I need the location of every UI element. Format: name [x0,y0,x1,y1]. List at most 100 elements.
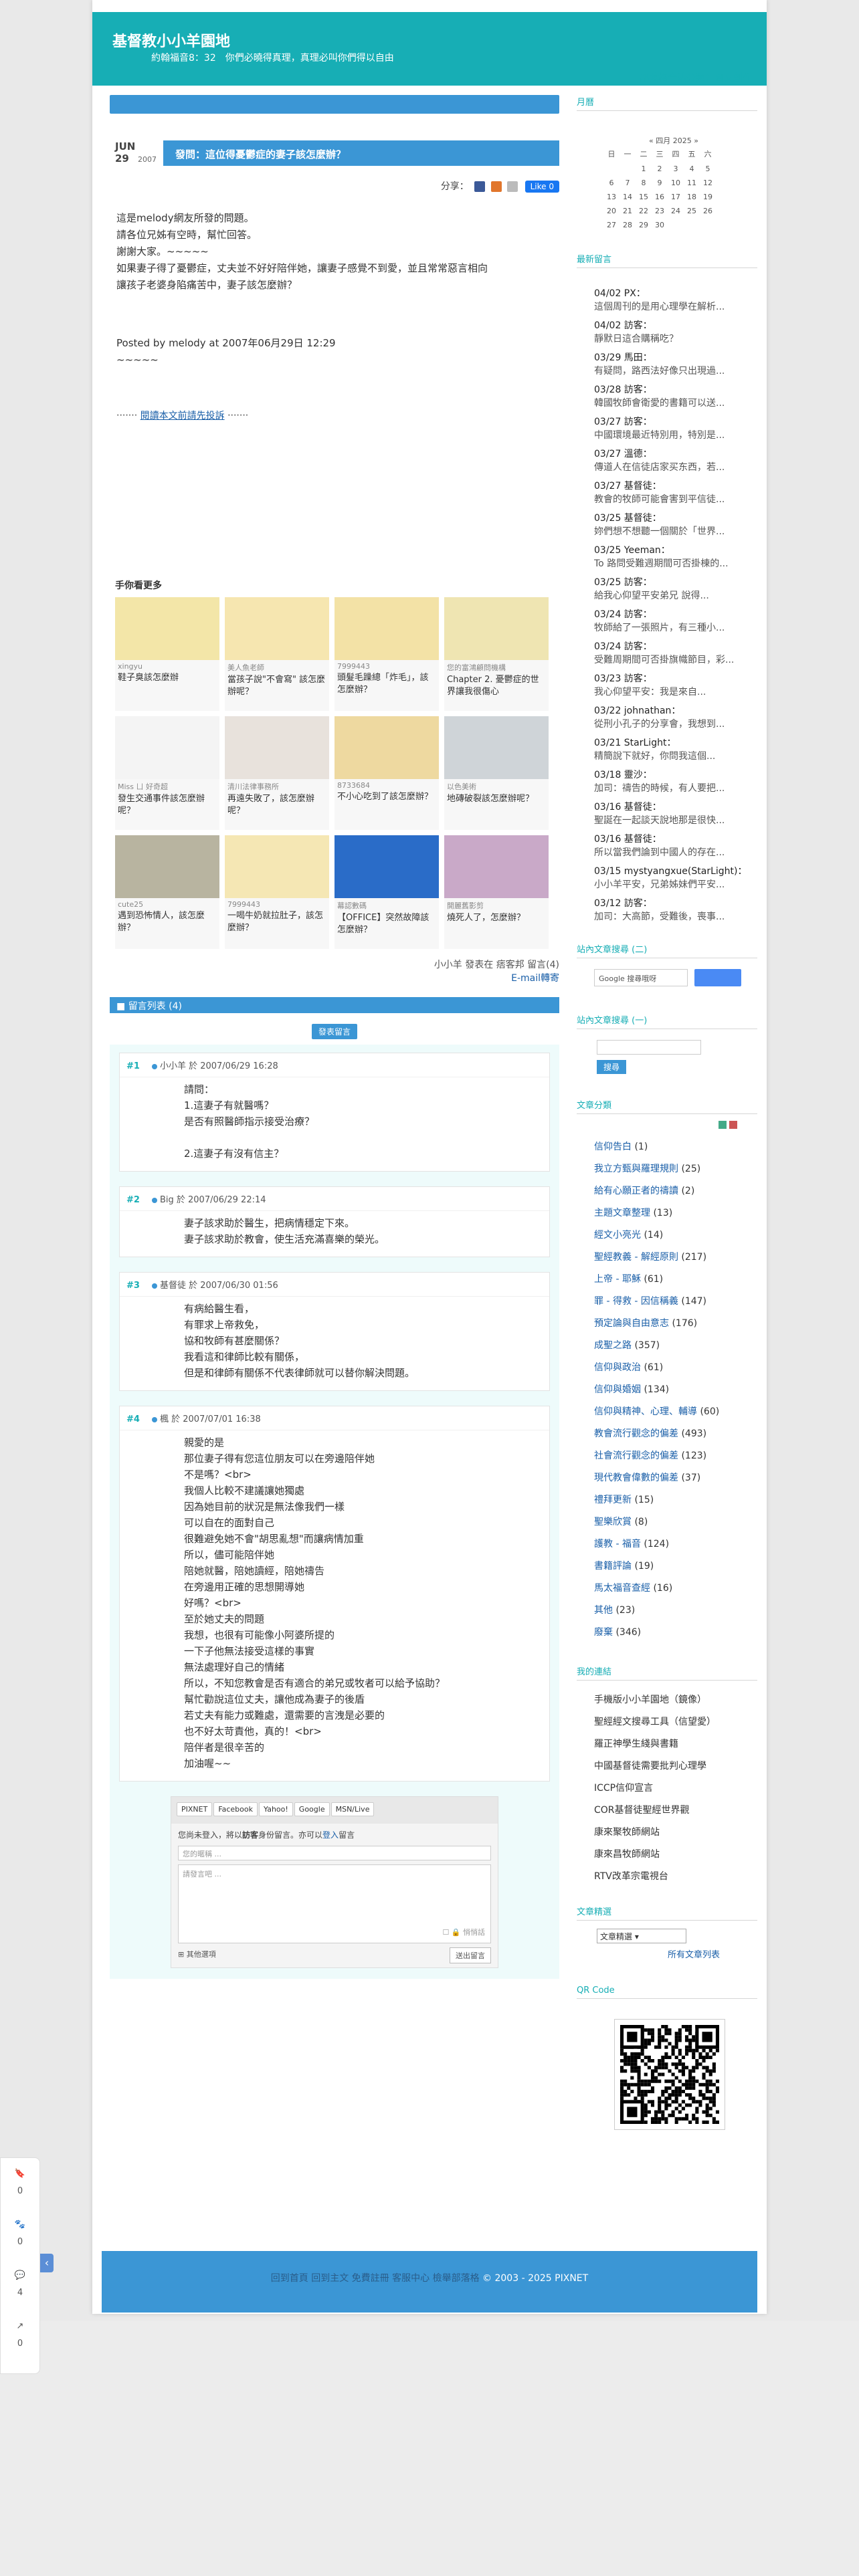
sidebar-link[interactable]: 康來昌牧師網站 [577,1847,757,1862]
login-link[interactable]: 登入 [322,1830,339,1840]
recent-comment[interactable]: 03/24 訪客： 受難周期間可否掛旗幟節目，彩... [577,640,757,667]
category-item[interactable]: 社會流行觀念的偏差 (123) [577,1448,757,1464]
plurk-share-icon[interactable] [490,181,502,192]
floatbar-toggle[interactable]: ‹ [40,2254,54,2272]
calendar-day[interactable]: 29 [636,221,652,229]
calendar-day[interactable]: 22 [636,207,652,215]
login-msnlive-button[interactable]: MSN/Live [330,1802,375,1816]
calendar-day[interactable]: 9 [652,179,668,187]
recent-comment[interactable]: 03/22 johnathan： 從刑小孔子的分享會，我想到... [577,704,757,731]
recent-comment-preview[interactable]: 牧師給了一張照片，有三種小... [594,621,745,635]
calendar-day[interactable]: 11 [684,179,700,187]
collapse-icon[interactable] [729,1121,737,1129]
recent-comment-preview[interactable]: To 路問受難週期間可否掛棟的... [594,557,745,570]
calendar-day[interactable]: 30 [652,221,668,229]
sidebar-link[interactable]: RTV改革宗電視台 [577,1869,757,1885]
calendar-day[interactable]: 1 [636,165,652,173]
calendar-day[interactable]: 4 [684,165,700,173]
login-pixnet-button[interactable]: PIXNET [177,1802,213,1816]
related-title-text[interactable]: 【OFFICE】突然故障該怎麼辦？ [335,911,439,938]
site-search-button[interactable]: 搜尋 [597,1060,627,1074]
recent-comment-preview[interactable]: 加司：大高節，受難後，喪事... [594,910,745,924]
calendar-day[interactable]: 26 [700,207,716,215]
recent-comment[interactable]: 03/27 基督徒： 教會的牧師可能會害到平信徒... [577,479,757,506]
login-facebook-button[interactable]: Facebook [213,1802,258,1816]
category-item[interactable]: 給有心願正者的禱讀 (2) [577,1184,757,1199]
recent-comment[interactable]: 03/28 訪客： 韓國牧師會衛愛的書籍可以送... [577,383,757,410]
recent-comment-preview[interactable]: 傳道人在信徒店家买东西，若... [594,461,745,474]
recent-comment[interactable]: 03/23 訪客： 我心仰望平安：我是來自... [577,672,757,699]
recent-comment-preview[interactable]: 我心仰望平安：我是來自... [594,685,745,699]
facebook-share-icon[interactable] [474,181,486,192]
related-card[interactable]: 幕認數碼 【OFFICE】突然故障該怎麼辦？ [335,835,439,949]
category-name[interactable]: 書籍評論 [594,1561,632,1572]
calendar-day[interactable]: 7 [619,179,636,187]
related-card[interactable]: xingyu 鞋子臭該怎麼辦 [115,597,219,711]
category-item[interactable]: 信仰與婚姻 (134) [577,1382,757,1398]
category-name[interactable]: 信仰告白 [594,1142,632,1152]
recent-comment[interactable]: 03/25 Yeeman： To 路問受難週期間可否掛棟的... [577,544,757,570]
category-item[interactable]: 成聖之路 (357) [577,1338,757,1354]
secret-checkbox[interactable]: ☐ 🔒 悄悄話 [442,1927,485,1937]
comment-textarea[interactable]: 請發言吧 ... ☐ 🔒 悄悄話 [178,1864,491,1943]
related-title-text[interactable]: 頭髮毛躁總「炸毛」，該怎麼辦？ [335,671,439,697]
sidebar-link[interactable]: COR基督徒聖經世界觀 [577,1803,757,1818]
comment-number[interactable]: #4 [126,1414,140,1424]
calendar-day[interactable]: 13 [603,193,619,201]
related-title-text[interactable]: 燒死人了，怎麼辦？ [444,911,549,938]
calendar-day[interactable]: 25 [684,207,700,215]
related-title-text[interactable]: 當孩子說"不會寫" 該怎麼辦呢？ [225,673,329,700]
category-name[interactable]: 廢棄 [594,1627,613,1638]
category-item[interactable]: 馬太福音查經 (16) [577,1581,757,1596]
expand-icon[interactable] [718,1121,727,1129]
other-options-toggle[interactable]: ⊞ 其他選項 [178,1950,216,1959]
recent-comment[interactable]: 03/27 訪客： 中國環境最近特別用，特別是... [577,415,757,442]
related-title-text[interactable]: 不小心吃到了該怎麼辦？ [335,790,439,817]
post-comment-button[interactable]: 發表留言 [311,1024,357,1039]
related-title-text[interactable]: 一喝牛奶就拉肚子，該怎麼辦？ [225,909,329,936]
sidebar-link[interactable]: ICCP信仰宣言 [577,1781,757,1796]
sidebar-link[interactable]: 手機版小小羊園地（鏡像） [577,1693,757,1708]
recent-comment-preview[interactable]: 妳們想不想聽一個關於「世界... [594,525,745,538]
category-item[interactable]: 其他 (23) [577,1603,757,1618]
related-card[interactable]: 7999443 一喝牛奶就拉肚子，該怎麼辦？ [225,835,329,949]
recent-comment[interactable]: 03/18 靈沙： 加司：禱告的時候，有人要把... [577,768,757,795]
category-item[interactable]: 現代教會偉數的偏差 (37) [577,1471,757,1486]
category-name[interactable]: 預定論與自由意志 [594,1318,669,1329]
category-item[interactable]: 聖樂欣賞 (8) [577,1515,757,1530]
post-title[interactable]: 發問：這位得憂鬱症的妻子該怎麼辦？ [163,140,559,166]
category-item[interactable]: 我立方甄與羅理規則 (25) [577,1162,757,1177]
category-name[interactable]: 成聖之路 [594,1340,632,1351]
category-name[interactable]: 信仰與精神、心理、輔導 [594,1406,697,1417]
related-title-text[interactable]: 再遠失敗了，該怎麼辦呢？ [225,792,329,819]
category-name[interactable]: 聖樂欣賞 [594,1517,632,1527]
sidebar-link[interactable]: 中國基督徒需要批判心理學 [577,1759,757,1774]
site-title[interactable]: 基督教小小羊園地 [112,29,230,51]
google-search-input[interactable]: Google 搜尋哦呀 [594,969,688,986]
recent-comment-preview[interactable]: 聖誕在一起談天說地那是很快... [594,814,745,827]
recent-comment-preview[interactable]: 教會的牧師可能會害到平信徒... [594,493,745,506]
category-name[interactable]: 馬太福音查經 [594,1583,650,1594]
related-card[interactable]: 7999443 頭髮毛躁總「炸毛」，該怎麼辦？ [335,597,439,711]
category-item[interactable]: 信仰告白 (1) [577,1140,757,1155]
comment-icon[interactable]: 💬 [13,2270,27,2284]
related-title-text[interactable]: 遇到恐怖情人，該怎麼辦？ [115,909,219,936]
recent-comment[interactable]: 03/16 基督徒： 所以當我們論到中國人的存在... [577,833,757,859]
sidebar-link[interactable]: 羅正神學生綫與書籍 [577,1737,757,1752]
calendar-month[interactable]: « 四月 2025 » [603,135,744,146]
article-filter-select[interactable]: 文章精選 ▾ [597,1929,686,1943]
site-category-link[interactable]: 部落格全站分類：圖文創作 [640,71,752,84]
category-item[interactable]: 信仰與政治 (61) [577,1360,757,1376]
category-item[interactable]: 經文小亮光 (14) [577,1228,757,1243]
category-name[interactable]: 社會流行觀念的偏差 [594,1451,678,1461]
category-item[interactable]: 主題文章整理 (13) [577,1206,757,1221]
category-name[interactable]: 給有心願正者的禱讀 [594,1186,678,1196]
google-search-button[interactable] [694,969,741,986]
recent-comment[interactable]: 03/25 基督徒： 妳們想不想聽一個關於「世界... [577,512,757,538]
calendar-day[interactable]: 17 [668,193,684,201]
recent-comment-preview[interactable]: 從刑小孔子的分享會，我想到... [594,718,745,731]
calendar-day[interactable]: 6 [603,179,619,187]
calendar-day[interactable]: 3 [668,165,684,173]
category-name[interactable]: 其他 [594,1605,613,1616]
recent-comment-preview[interactable]: 給我心仰望平安弟兄 說得... [594,589,745,603]
